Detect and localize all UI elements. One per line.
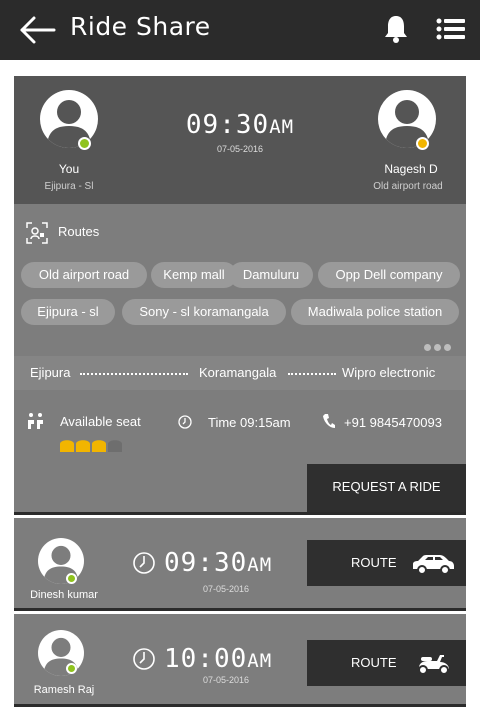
passenger-name: Nagesh D bbox=[384, 162, 438, 176]
route-button-label: ROUTE bbox=[351, 555, 397, 570]
driver-location: Ejipura - Sl bbox=[44, 181, 94, 192]
route-path: Ejipura Koramangala Wipro electronic bbox=[14, 356, 466, 390]
ride-list-item[interactable]: Ramesh Raj 10:00AM 07-05-2016 ROUTE bbox=[14, 614, 466, 704]
seat-available bbox=[92, 440, 106, 452]
seat-indicator bbox=[60, 440, 122, 452]
available-seat-label: Available seat bbox=[60, 414, 141, 429]
ride-summary: You Ejipura - Sl 09:30AM 07-05-2016 Nage… bbox=[14, 76, 466, 204]
avatar bbox=[38, 630, 84, 676]
passenger-location: Old airport road bbox=[373, 181, 443, 192]
divider bbox=[14, 704, 466, 707]
route-chip[interactable]: Old airport road bbox=[21, 262, 147, 288]
ride-list-item[interactable]: Dinesh kumar 09:30AM 07-05-2016 ROUTE bbox=[14, 518, 466, 608]
route-button[interactable]: ROUTE bbox=[307, 640, 466, 686]
phone-number[interactable]: +91 9845470093 bbox=[344, 415, 442, 430]
bell-icon[interactable] bbox=[382, 13, 410, 45]
back-arrow-icon[interactable] bbox=[18, 14, 58, 46]
route-chip[interactable]: Ejipura - sl bbox=[21, 299, 115, 325]
seat-available bbox=[76, 440, 90, 452]
online-status-dot bbox=[66, 663, 77, 674]
more-routes-icon[interactable] bbox=[424, 338, 456, 351]
rider-name: Dinesh kumar bbox=[30, 589, 98, 601]
divider bbox=[14, 608, 466, 611]
path-start: Ejipura bbox=[30, 365, 71, 380]
path-connector bbox=[80, 373, 188, 375]
ride-date: 07-05-2016 bbox=[216, 144, 264, 154]
route-chip[interactable]: Damuluru bbox=[229, 262, 313, 288]
ride-time: 09:30AM bbox=[164, 548, 273, 578]
phone-icon[interactable] bbox=[322, 413, 336, 429]
scooter-icon bbox=[418, 655, 449, 675]
ride-time: 09:30AM bbox=[185, 110, 295, 140]
route-map-icon bbox=[26, 222, 48, 244]
routes-heading: Routes bbox=[58, 224, 100, 239]
ride-date: 07-05-2016 bbox=[202, 675, 250, 685]
route-chip[interactable]: Kemp mall bbox=[151, 262, 237, 288]
route-button[interactable]: ROUTE bbox=[307, 540, 466, 586]
ride-time: 10:00AM bbox=[164, 644, 273, 674]
car-icon bbox=[413, 555, 454, 575]
clock-icon bbox=[178, 415, 192, 429]
clock-icon bbox=[132, 551, 156, 575]
ride-date: 07-05-2016 bbox=[202, 584, 250, 594]
pickup-time: Time 09:15am bbox=[208, 415, 291, 430]
clock-icon bbox=[132, 647, 156, 671]
seat-taken bbox=[108, 440, 122, 452]
driver-name: You bbox=[58, 162, 80, 176]
online-status-dot bbox=[78, 137, 91, 150]
rider-name: Ramesh Raj bbox=[33, 684, 95, 696]
seat-available bbox=[60, 440, 74, 452]
user-icon bbox=[43, 545, 79, 584]
route-chip[interactable]: Sony - sl koramangala bbox=[122, 299, 286, 325]
away-status-dot bbox=[416, 137, 429, 150]
ride-detail-card: You Ejipura - Sl 09:30AM 07-05-2016 Nage… bbox=[14, 76, 466, 512]
online-status-dot bbox=[66, 573, 77, 584]
path-connector bbox=[288, 373, 336, 375]
app-header: Ride Share bbox=[0, 0, 480, 60]
user-icon bbox=[43, 637, 79, 676]
seat-icon bbox=[26, 412, 46, 430]
avatar bbox=[38, 538, 84, 584]
path-end: Wipro electronic bbox=[342, 365, 436, 380]
route-chip[interactable]: Madiwala police station bbox=[291, 299, 459, 325]
divider bbox=[14, 512, 466, 515]
route-button-label: ROUTE bbox=[351, 655, 397, 670]
route-chip[interactable]: Opp Dell company bbox=[318, 262, 460, 288]
list-menu-icon[interactable] bbox=[436, 17, 466, 41]
request-ride-button[interactable]: REQUEST A RIDE bbox=[307, 464, 466, 512]
page-title: Ride Share bbox=[70, 12, 211, 41]
path-stop: Koramangala bbox=[199, 365, 277, 380]
